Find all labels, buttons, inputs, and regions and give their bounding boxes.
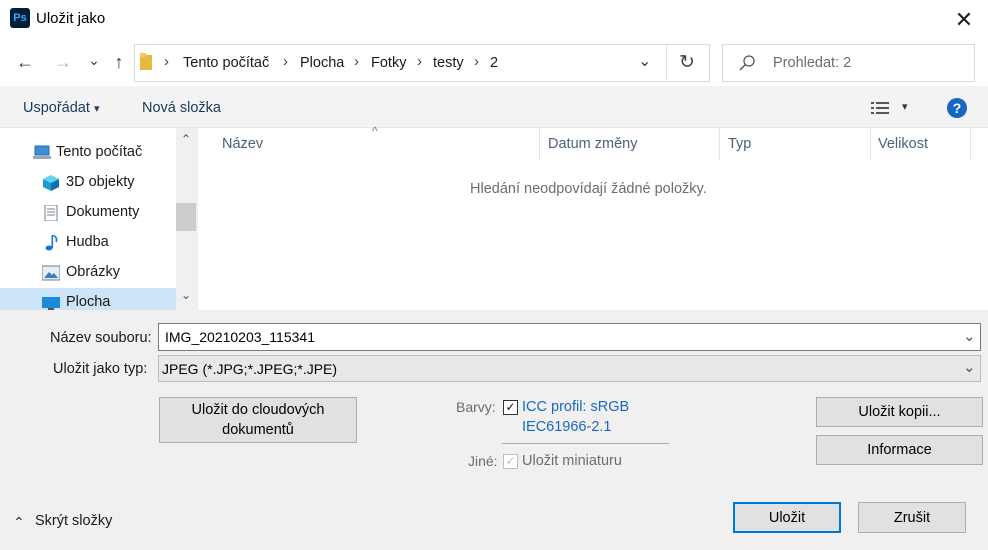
back-button[interactable]: ←: [13, 50, 37, 74]
help-icon: ?: [952, 100, 962, 116]
filename-dropdown-icon[interactable]: ⌄: [963, 327, 976, 345]
help-button[interactable]: ?: [947, 98, 967, 118]
documents-icon: [44, 205, 58, 221]
hide-folders-button[interactable]: Skrýt složky: [35, 513, 112, 529]
photoshop-app-icon: Ps: [10, 8, 30, 28]
tree-item-label: 3D objekty: [66, 174, 135, 190]
info-label: Informace: [867, 442, 932, 458]
sort-ascending-icon: ^: [372, 124, 378, 138]
save-button[interactable]: Uložit: [733, 502, 841, 533]
tree-item-3d-objekty[interactable]: 3D objekty: [0, 168, 176, 198]
column-divider[interactable]: [719, 128, 720, 160]
navigation-pane: Tento počítač 3D objekty Dokumenty Hudba…: [0, 128, 196, 310]
thumbnail-label: Uložit miniaturu: [522, 453, 622, 469]
up-button[interactable]: ↑: [107, 50, 131, 74]
info-button[interactable]: Informace: [816, 435, 983, 465]
back-arrow-icon: ←: [16, 51, 34, 72]
view-options-dropdown[interactable]: ▾: [902, 100, 908, 113]
new-folder-button[interactable]: Nová složka: [142, 100, 221, 116]
column-header-date[interactable]: Datum změny: [548, 136, 637, 152]
filename-value[interactable]: IMG_20210203_115341: [165, 329, 315, 345]
filetype-dropdown-icon[interactable]: ⌄: [963, 358, 976, 376]
desktop-icon: [42, 297, 60, 310]
filetype-value[interactable]: JPEG (*.JPG;*.JPEG;*.JPE): [162, 361, 337, 377]
chevron-up-icon[interactable]: ⌃: [13, 514, 25, 531]
tree-item-obrazky[interactable]: Obrázky: [0, 258, 176, 288]
save-copy-button[interactable]: Uložit kopii...: [816, 397, 983, 427]
window-title: Uložit jako: [36, 10, 106, 27]
tree-item-label: Dokumenty: [66, 204, 140, 220]
breadcrumb-separator[interactable]: ›: [354, 53, 359, 70]
breadcrumb-separator[interactable]: ›: [474, 53, 479, 70]
folder-icon: [140, 53, 152, 70]
save-to-cloud-label-line1: Uložit do cloudových: [191, 402, 325, 418]
tree-item-plocha[interactable]: Plocha: [0, 288, 176, 310]
breadcrumb-tento-pocitac[interactable]: Tento počítač: [183, 55, 269, 71]
filename-label: Název souboru:: [50, 330, 152, 346]
icc-profile-checkbox[interactable]: ✓: [503, 400, 518, 415]
icc-profile-link-line2[interactable]: IEC61966-2.1: [522, 419, 611, 435]
save-to-cloud-label-line2: dokumentů: [222, 422, 294, 438]
empty-results-message: Hledání neodpovídají žádné položky.: [470, 181, 707, 197]
checkmark-icon: ✓: [505, 454, 516, 468]
save-copy-label: Uložit kopii...: [858, 404, 941, 420]
breadcrumb-testy[interactable]: testy: [433, 55, 464, 71]
column-divider[interactable]: [970, 128, 971, 160]
column-divider[interactable]: [539, 128, 540, 160]
address-dropdown-icon[interactable]: ⌄: [638, 51, 651, 71]
3d-objects-icon: [43, 175, 59, 191]
icc-profile-link[interactable]: ICC profil: sRGB: [522, 399, 629, 415]
refresh-icon[interactable]: ↻: [679, 51, 695, 74]
pictures-icon: [42, 265, 60, 281]
music-icon: [45, 235, 58, 251]
breadcrumb-plocha[interactable]: Plocha: [300, 55, 344, 71]
close-button[interactable]: ✕: [940, 0, 988, 40]
organize-button[interactable]: Uspořádat ▾: [23, 100, 99, 116]
other-label: Jiné:: [468, 453, 498, 469]
tree-item-label: Tento počítač: [56, 144, 143, 160]
tree-item-dokumenty[interactable]: Dokumenty: [0, 198, 176, 228]
view-details-icon[interactable]: [871, 101, 889, 115]
scroll-down-arrow-icon[interactable]: ⌄: [176, 288, 196, 308]
column-divider[interactable]: [870, 128, 871, 160]
tree-item-label: Plocha: [66, 294, 111, 310]
breadcrumb-fotky[interactable]: Fotky: [371, 55, 406, 71]
save-to-cloud-button[interactable]: Uložit do cloudových dokumentů: [159, 397, 357, 443]
search-placeholder: Prohledat: 2: [773, 55, 852, 71]
breadcrumb-separator[interactable]: ›: [417, 53, 422, 70]
tree-item-tento-pocitac[interactable]: Tento počítač: [0, 138, 176, 168]
filetype-label: Uložit jako typ:: [53, 361, 148, 377]
column-header-name[interactable]: Název: [222, 136, 263, 152]
save-label: Uložit: [768, 509, 806, 526]
options-divider: [502, 443, 669, 444]
title-bar: [0, 0, 988, 40]
thumbnail-checkbox[interactable]: ✓: [503, 454, 518, 469]
column-header-type[interactable]: Typ: [728, 136, 751, 152]
scrollbar-thumb[interactable]: [176, 203, 196, 231]
up-arrow-icon: ↑: [114, 51, 124, 72]
computer-icon: [33, 145, 51, 159]
checkmark-icon: ✓: [505, 400, 516, 414]
close-icon: ✕: [954, 7, 974, 32]
breadcrumb-separator[interactable]: ›: [283, 53, 288, 70]
cancel-button[interactable]: Zrušit: [858, 502, 966, 533]
cancel-label: Zrušit: [893, 509, 931, 526]
scroll-up-arrow-icon[interactable]: ⌃: [176, 132, 196, 152]
breadcrumb-separator[interactable]: ›: [164, 53, 169, 70]
breadcrumb-2[interactable]: 2: [490, 55, 498, 71]
chevron-down-icon: ⌄: [88, 51, 100, 68]
colors-label: Barvy:: [456, 399, 496, 415]
address-divider: [666, 45, 667, 81]
column-header-size[interactable]: Velikost: [878, 136, 928, 152]
tree-item-hudba[interactable]: Hudba: [0, 228, 176, 258]
forward-button[interactable]: →: [51, 50, 75, 74]
tree-item-label: Hudba: [66, 234, 109, 250]
search-icon: [739, 55, 755, 71]
forward-arrow-icon: →: [54, 51, 72, 72]
recent-locations-button[interactable]: ⌄: [82, 48, 106, 72]
tree-item-label: Obrázky: [66, 264, 120, 280]
